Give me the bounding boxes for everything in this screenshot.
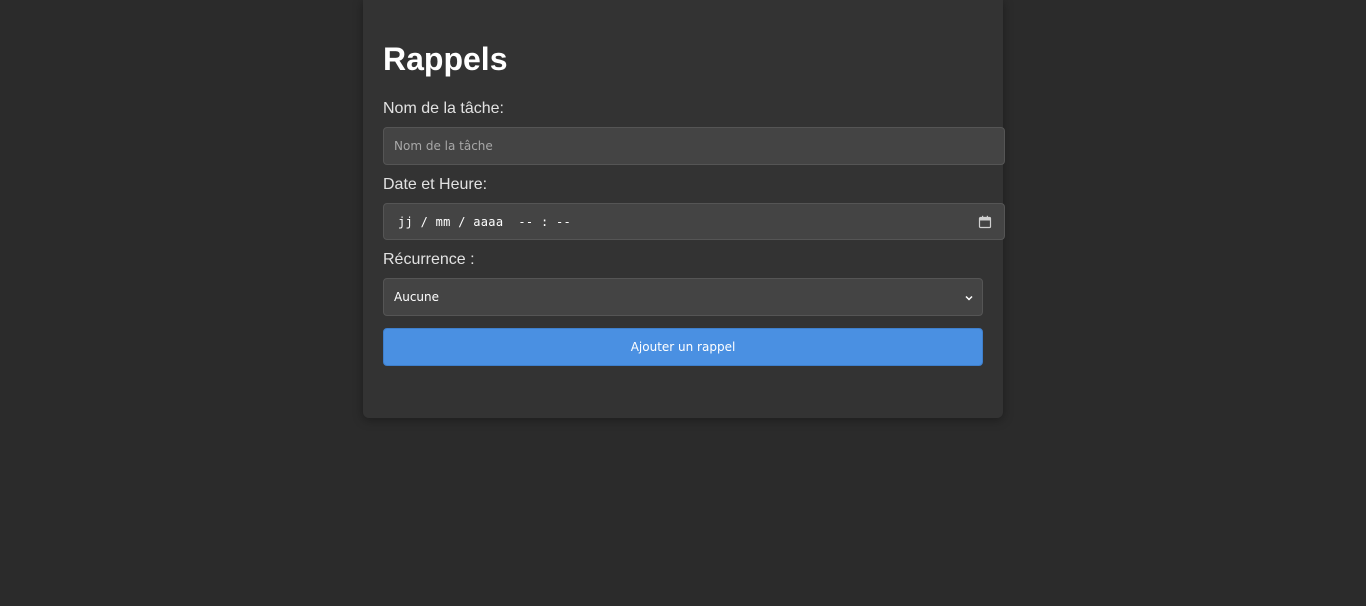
reminder-card: Rappels Nom de la tâche: Date et Heure: …	[363, 0, 1005, 418]
task-name-label: Nom de la tâche:	[383, 100, 504, 117]
recurrence-select[interactable]: Aucune	[383, 278, 983, 316]
add-reminder-button[interactable]: Ajouter un rappel	[383, 328, 983, 366]
datetime-input[interactable]: jj / mm / aaaa -- : --	[383, 203, 1005, 240]
recurrence-selected-value: Aucune	[394, 290, 440, 304]
chevron-down-icon	[964, 292, 974, 302]
task-name-input[interactable]	[383, 127, 1005, 165]
page-title: Rappels	[383, 41, 508, 77]
calendar-icon[interactable]	[978, 215, 992, 229]
datetime-placeholder: jj / mm / aaaa -- : --	[398, 214, 572, 229]
datetime-label: Date et Heure:	[383, 176, 488, 193]
recurrence-label: Récurrence :	[383, 251, 475, 268]
